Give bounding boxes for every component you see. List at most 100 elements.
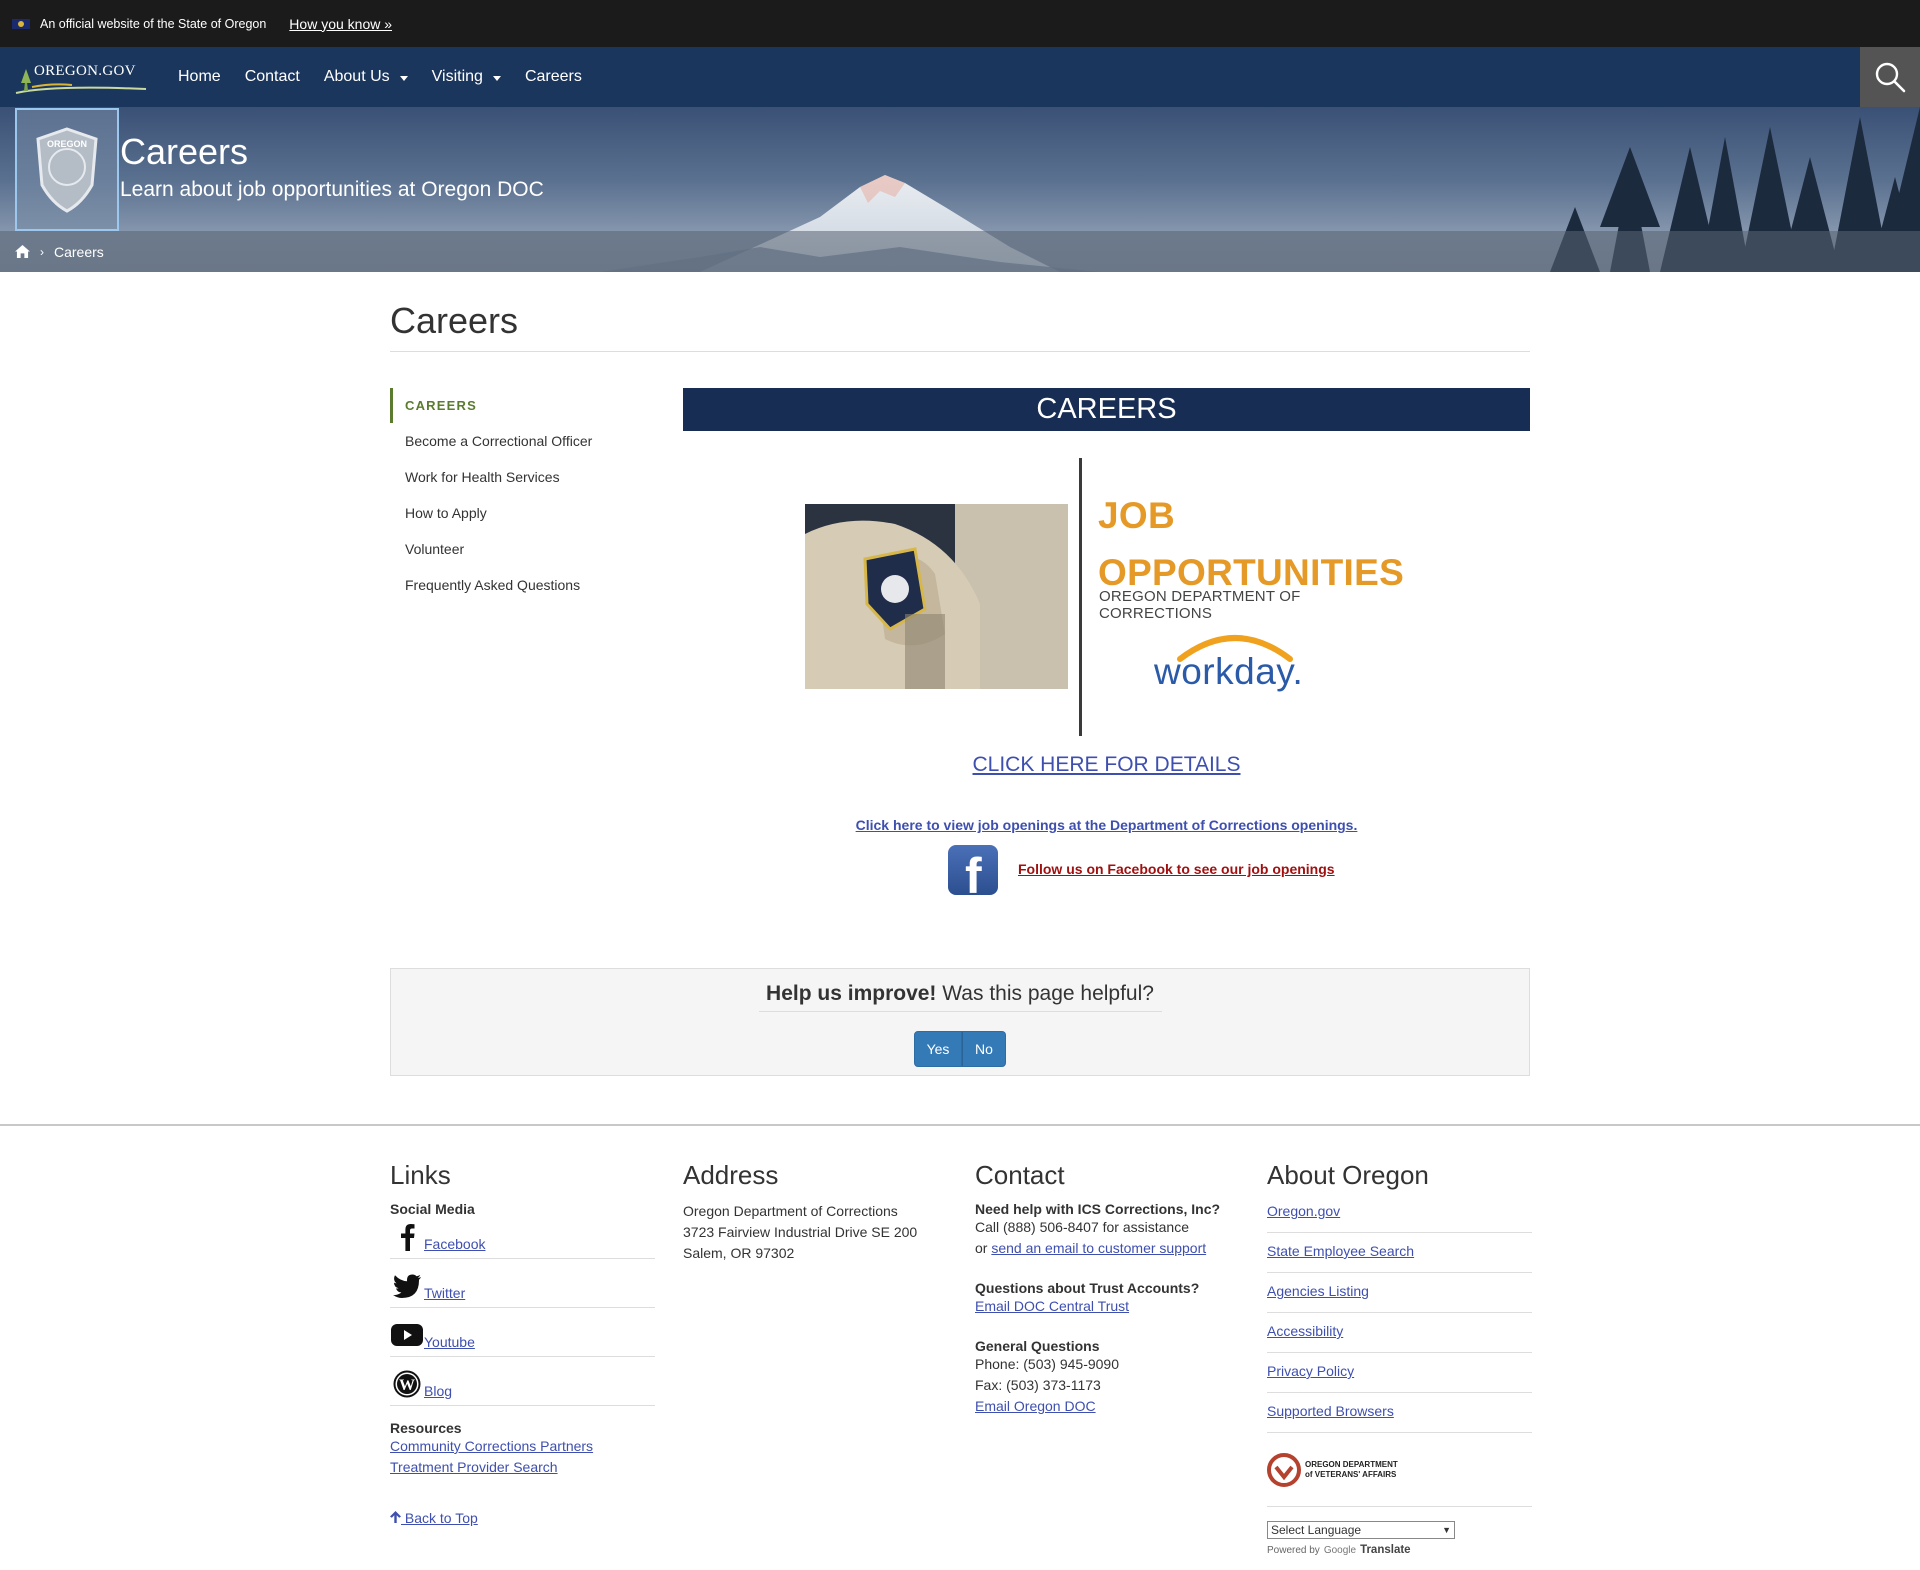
nav-careers-label: Careers (524, 68, 582, 85)
nav-about-us-label: About Us (323, 68, 390, 85)
feedback-no-button[interactable]: No (962, 1031, 1006, 1067)
oregon-doc-email-link[interactable]: Email Oregon DOC (975, 1398, 1096, 1414)
workday-logo-text: workday. (1154, 651, 1304, 692)
veterans-affairs-logo[interactable]: OREGON DEPARTMENT of VETERANS' AFFAIRS (1267, 1433, 1532, 1507)
nav-home[interactable]: Home (166, 47, 233, 107)
general-questions-label: General Questions (975, 1338, 1100, 1354)
nav-contact[interactable]: Contact (233, 47, 312, 107)
main-navigation: OREGON.GOV Home Contact About Us Visitin… (0, 47, 1920, 107)
translate-link[interactable]: Translate (1360, 1544, 1411, 1556)
veterans-affairs-emblem-icon (1267, 1452, 1301, 1487)
nav-visiting[interactable]: Visiting (420, 47, 513, 107)
resources-label: Resources (390, 1420, 462, 1436)
powered-by-text: Powered by (1267, 1544, 1320, 1556)
privacy-policy-link[interactable]: Privacy Policy (1267, 1353, 1532, 1393)
social-item-youtube: Youtube (390, 1308, 655, 1357)
blog-link[interactable]: Blog (424, 1383, 452, 1399)
official-site-banner: An official website of the State of Oreg… (0, 0, 1920, 47)
back-to-top-label: Back to Top (401, 1510, 478, 1526)
social-item-facebook: Facebook (390, 1217, 655, 1259)
breadcrumb-current: Careers (54, 243, 104, 260)
officer-uniform-photo (805, 504, 1068, 689)
nav-home-label: Home (178, 68, 221, 85)
wordpress-icon: W (390, 1369, 424, 1399)
facebook-icon (390, 1222, 424, 1252)
side-navigation: CAREERS Become a Correctional Officer Wo… (390, 388, 655, 603)
svg-text:W: W (399, 1377, 415, 1394)
community-corrections-link[interactable]: Community Corrections Partners (390, 1438, 593, 1454)
oregon-gov-link[interactable]: Oregon.gov (1267, 1201, 1532, 1233)
workday-logo: workday. (1150, 623, 1320, 703)
treatment-provider-link[interactable]: Treatment Provider Search (390, 1459, 558, 1475)
twitter-link[interactable]: Twitter (424, 1285, 465, 1301)
general-phone-text: Phone: (503) 945-9090 (975, 1356, 1119, 1372)
side-nav-item[interactable]: Work for Health Services (390, 459, 655, 495)
job-opportunities-heading: JOB OPPORTUNITIES (1098, 487, 1404, 601)
side-nav-item[interactable]: Volunteer (390, 531, 655, 567)
title-divider (390, 351, 1530, 352)
footer-address-column: Address Oregon Department of Corrections… (683, 1160, 948, 1264)
nav-careers[interactable]: Careers (513, 47, 594, 107)
footer-about-title: About Oregon (1267, 1160, 1429, 1190)
oregon-gov-logo-text: OREGON.GOV (34, 63, 136, 79)
job-opportunities-graphic[interactable]: JOB OPPORTUNITIES OREGON DEPARTMENT OF C… (805, 458, 1404, 738)
footer-contact-column: Contact Need help with ICS Corrections, … (975, 1160, 1240, 1417)
address-line: 3723 Fairview Industrial Drive SE 200 (683, 1224, 918, 1240)
seal-oregon-text: OREGON (47, 139, 87, 149)
search-button[interactable] (1860, 47, 1920, 107)
hero-subtitle: Learn about job opportunities at Oregon … (120, 178, 544, 201)
feedback-divider (759, 1011, 1162, 1012)
nav-about-us[interactable]: About Us (312, 47, 420, 107)
agencies-listing-link[interactable]: Agencies Listing (1267, 1273, 1532, 1313)
job-openings-link[interactable]: Click here to view job openings at the D… (683, 817, 1530, 833)
facebook-link[interactable]: Facebook (424, 1236, 485, 1252)
chevron-right-icon: › (40, 244, 44, 259)
google-logo-text: Google (1323, 1544, 1357, 1556)
oregon-flag-icon (12, 18, 30, 29)
youtube-link[interactable]: Youtube (424, 1334, 475, 1350)
feedback-question: Help us improve! Was this page helpful? (391, 982, 1529, 1006)
trust-accounts-label: Questions about Trust Accounts? (975, 1280, 1200, 1296)
caret-down-icon (399, 75, 408, 81)
social-media-label: Social Media (390, 1201, 475, 1217)
accessibility-link[interactable]: Accessibility (1267, 1313, 1532, 1353)
twitter-icon (390, 1271, 424, 1301)
chevron-down-icon: ▼ (1442, 1525, 1451, 1535)
caret-down-icon (492, 75, 501, 81)
back-to-top-link[interactable]: Back to Top (390, 1510, 655, 1526)
state-employee-search-link[interactable]: State Employee Search (1267, 1233, 1532, 1273)
feedback-text: Was this page helpful? (942, 982, 1154, 1005)
side-nav-item[interactable]: Frequently Asked Questions (390, 567, 655, 603)
doc-seal-logo[interactable]: OREGON (15, 108, 119, 231)
supported-browsers-link[interactable]: Supported Browsers (1267, 1393, 1532, 1433)
hero-title: Careers (120, 131, 249, 172)
facebook-logo-icon[interactable]: f (948, 845, 998, 895)
search-icon (1875, 62, 1906, 93)
side-nav-item[interactable]: Become a Correctional Officer (390, 423, 655, 459)
customer-support-email-link[interactable]: send an email to customer support (991, 1240, 1206, 1256)
feedback-yes-button[interactable]: Yes (914, 1031, 962, 1067)
home-icon[interactable] (15, 245, 30, 258)
side-nav-item[interactable]: How to Apply (390, 495, 655, 531)
click-here-details-link[interactable]: CLICK HERE FOR DETAILS (683, 753, 1530, 777)
google-translate-credit: Powered by Google Translate (1267, 1544, 1532, 1556)
footer-links-column: Links Social Media Facebook Twitter Yout… (390, 1160, 655, 1526)
ics-email-line: or send an email to customer support (975, 1238, 1240, 1259)
language-select[interactable]: Select Language ▼ (1267, 1521, 1455, 1539)
footer-links-title: Links (390, 1160, 451, 1190)
central-trust-email-link[interactable]: Email DOC Central Trust (975, 1298, 1129, 1314)
oregon-gov-logo[interactable]: OREGON.GOV (12, 57, 148, 97)
breadcrumb: › Careers (0, 231, 1920, 272)
ics-phone-text: Call (888) 506-8407 for assistance (975, 1219, 1190, 1235)
careers-banner: CAREERS (683, 388, 1530, 431)
page-title: Careers (390, 300, 519, 341)
footer-address-title: Address (683, 1160, 779, 1190)
address-line: Salem, OR 97302 (683, 1245, 795, 1261)
facebook-follow-link[interactable]: Follow us on Facebook to see our job ope… (1018, 861, 1335, 877)
or-text: or (975, 1240, 992, 1256)
feedback-bold: Help us improve! (766, 982, 937, 1005)
side-nav-heading[interactable]: CAREERS (390, 388, 655, 423)
official-site-text: An official website of the State of Oreg… (40, 16, 267, 31)
how-you-know-link[interactable]: How you know » (289, 16, 392, 32)
vet-logo-line1: OREGON DEPARTMENT (1305, 1459, 1398, 1469)
